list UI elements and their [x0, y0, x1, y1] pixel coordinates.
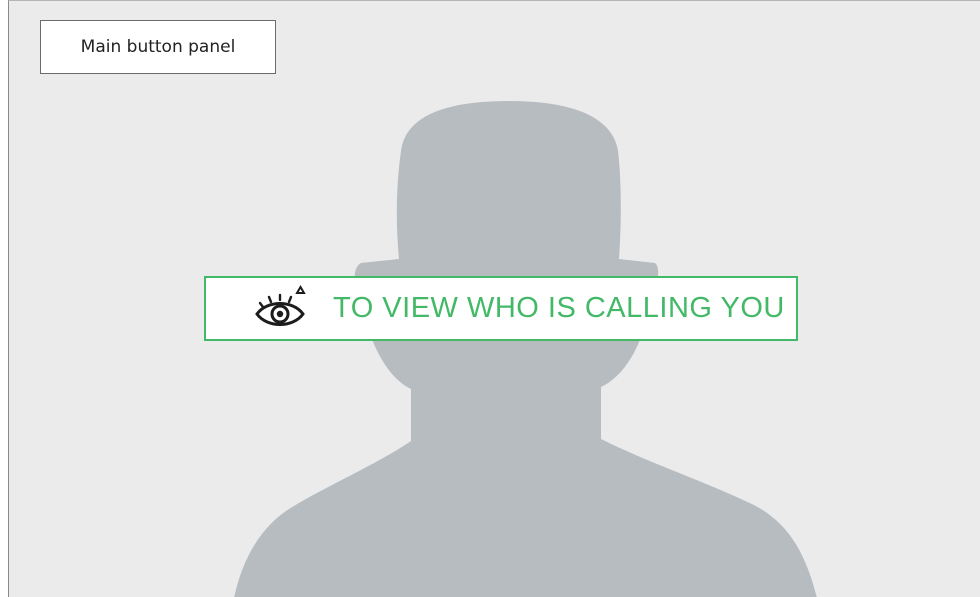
- main-button-panel-label: Main button panel: [40, 20, 276, 74]
- eye-icon: [255, 285, 306, 326]
- view-caller-label: TO VIEW WHO IS CALLING YOU: [333, 292, 785, 324]
- caller-view-frame: Main button panel TO VIEW WHO IS CALLING…: [8, 0, 980, 597]
- view-caller-button[interactable]: TO VIEW WHO IS CALLING YOU: [204, 276, 798, 341]
- main-button-panel-text: Main button panel: [80, 37, 236, 57]
